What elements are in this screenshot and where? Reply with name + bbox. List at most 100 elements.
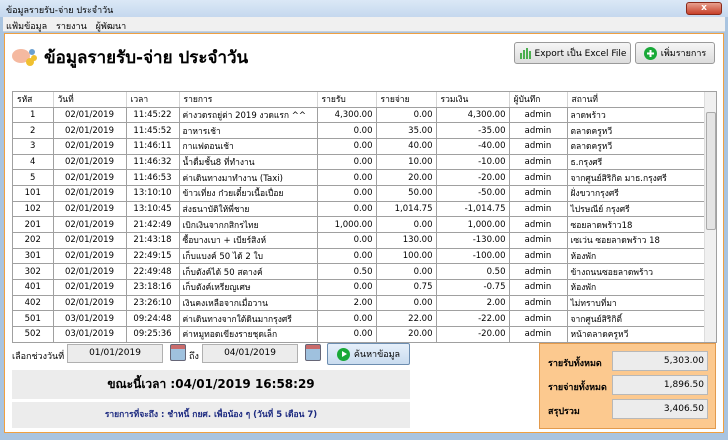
close-button[interactable]: x — [686, 2, 722, 15]
export-label: Export เป็น Excel File — [534, 49, 627, 59]
date-to-input[interactable]: 04/01/2019 — [202, 344, 298, 363]
table-cell: 02/01/2019 — [53, 107, 127, 124]
column-header[interactable]: รวมเงิน — [436, 92, 510, 108]
play-icon — [336, 347, 350, 361]
column-header[interactable]: เวลา — [126, 92, 180, 108]
table-row[interactable]: 301 02/01/2019 22:49:15 เก็บแบงค์ 50 ได้ 2 … — [13, 248, 705, 265]
table-row[interactable]: 201 02/01/2019 21:42:49 เบิกเงินจากกสิกรไทย… — [13, 216, 705, 233]
table-row[interactable]: 501 03/01/2019 09:24:48 ค่าเดินทางจากใต้ดิน… — [13, 310, 705, 328]
table-cell: 11:45:22 — [126, 107, 180, 124]
table-cell: 23:18:16 — [126, 279, 180, 296]
column-header[interactable]: สถานที่ — [567, 92, 705, 108]
table-cell: 02/01/2019 — [53, 138, 127, 155]
table-cell: 02/01/2019 — [53, 185, 127, 202]
table-cell: 0.00 — [317, 310, 377, 328]
plus-circle-icon — [643, 46, 657, 60]
table-cell: 0.00 — [317, 248, 377, 265]
column-header[interactable]: รายการ — [179, 92, 318, 108]
table-cell: 11:46:32 — [126, 154, 180, 171]
column-header[interactable]: วันที่ — [53, 92, 127, 108]
table-cell: ไม่ทราบที่มา — [567, 295, 705, 312]
search-button[interactable]: ค้นหาข้อมูล — [327, 343, 410, 365]
table-cell: 02/01/2019 — [53, 263, 127, 281]
table-cell: 02/01/2019 — [53, 122, 127, 139]
table-cell: 1,014.75 — [376, 201, 437, 218]
table-row[interactable]: 3 02/01/2019 11:46:11 กาแฟตอนเช้า 0.00 40.00-… — [13, 138, 705, 155]
add-label: เพิ่มรายการ — [660, 49, 707, 59]
table-cell: ห้องพัก — [567, 279, 705, 296]
table-row[interactable]: 402 02/01/2019 23:26:10 เงินคงเหลือจากเมื่อ… — [13, 295, 705, 312]
table-cell: เงินคงเหลือจากเมื่อวาน — [179, 295, 318, 312]
table-cell: 02/01/2019 — [53, 201, 127, 218]
table-cell: -100.00 — [436, 248, 510, 265]
expense-total: 1,896.50 — [612, 375, 708, 395]
table-cell: 09:24:48 — [126, 310, 180, 328]
add-item-button[interactable]: เพิ่มรายการ — [635, 42, 715, 64]
table-cell: 2.00 — [436, 295, 510, 312]
title-bar: ข้อมูลรายรับ-จ่าย ประจำวัน x — [0, 0, 728, 17]
column-header[interactable]: รหัส — [13, 92, 54, 108]
table-cell: ส่งธนาบัติให้พี่ชาย — [179, 201, 318, 218]
table-cell: ไปรษณีย์ กรุงศรี — [567, 201, 705, 218]
table-cell: ลาดพร้าว — [567, 107, 705, 124]
table-row[interactable]: 5 02/01/2019 11:46:53 ค่าเดินทางมาทำงาน (Ta… — [13, 169, 705, 186]
table-cell: admin — [509, 138, 568, 155]
table-cell: ค่างวดรถยู่ต่า 2019 งวดแรก ^^ — [179, 107, 318, 124]
table-row[interactable]: 4 02/01/2019 11:46:32 น้ำดื่มชั้น8 ที่ทำงาน… — [13, 154, 705, 171]
table-row[interactable]: 1 02/01/2019 11:45:22 ค่างวดรถยู่ต่า 2019 ง… — [13, 107, 705, 124]
table-cell: 02/01/2019 — [53, 248, 127, 265]
column-header[interactable]: รายรับ — [317, 92, 377, 108]
table-cell: 21:42:49 — [126, 216, 180, 233]
table-cell: เซเว่น ซอยลาดพร้าว 18 — [567, 232, 705, 249]
table-row[interactable]: 502 03/01/2019 09:25:36 ค่าหมูทอดเขียงรายชุ… — [13, 326, 705, 342]
table-cell: 0.00 — [317, 154, 377, 171]
table-row[interactable]: 102 02/01/2019 13:10:45 ส่งธนาบัติให้พี่ชาย… — [13, 201, 705, 218]
table-cell: 02/01/2019 — [53, 295, 127, 312]
table-cell: ค่าเดินทางมาทำงาน (Taxi) — [179, 169, 318, 186]
scrollbar-thumb[interactable] — [706, 112, 716, 230]
table-cell: admin — [509, 310, 568, 328]
table-cell: 02/01/2019 — [53, 232, 127, 249]
upcoming-notice: รายการที่จะถึง : ชำหนี้ กยศ. เพื่อน้อง ๆ… — [12, 402, 410, 428]
table-cell: 0.00 — [317, 185, 377, 202]
export-excel-button[interactable]: Export เป็น Excel File — [514, 42, 631, 64]
table-cell: 13:10:10 — [126, 185, 180, 202]
summary-panel: รายรับทั้งหมด 5,303.00 รายจ่ายทั้งหมด 1,… — [539, 343, 716, 429]
table-row[interactable]: 101 02/01/2019 13:10:10 ข้าวเที่ยง ก๋วยเตี๋… — [13, 185, 705, 202]
table-row[interactable]: 202 02/01/2019 21:43:18 ซื้อบางเบา + เบียร์… — [13, 232, 705, 249]
table-cell: 03/01/2019 — [53, 310, 127, 328]
table-row[interactable]: 2 02/01/2019 11:45:52 อาหารเช้า 0.00 35.00 -35… — [13, 122, 705, 139]
column-header[interactable]: รายจ่าย — [376, 92, 437, 108]
vertical-scrollbar[interactable] — [704, 92, 716, 342]
table-cell: จากศูนย์สิริกิติ์ — [567, 310, 705, 328]
income-label: รายรับทั้งหมด — [548, 359, 602, 369]
table-cell: ตลาดครูหวี — [567, 138, 705, 155]
table-cell: ซอยลาดพร้าว18 — [567, 216, 705, 233]
table-cell: -22.00 — [436, 310, 510, 328]
column-header[interactable]: ผู้บันทึก — [509, 92, 568, 108]
table-row[interactable]: 302 02/01/2019 22:49:48 เก็บตังค์ได้ 50 สตา… — [13, 263, 705, 281]
table-cell: หน้าตลาดครูหวี — [567, 326, 705, 342]
calendar-icon[interactable] — [305, 344, 321, 361]
table-cell: 02/01/2019 — [53, 216, 127, 233]
table-cell: 301 — [13, 248, 54, 265]
calendar-icon[interactable] — [170, 344, 186, 361]
table-cell: 21:43:18 — [126, 232, 180, 249]
table-cell: -50.00 — [436, 185, 510, 202]
table-cell: admin — [509, 232, 568, 249]
table-cell: 2.00 — [317, 295, 377, 312]
table-cell: ข้าวเที่ยง ก๋วยเตี๋ยวเนื้อเปื่อย — [179, 185, 318, 202]
table-cell: 201 — [13, 216, 54, 233]
table-cell: เบิกเงินจากกสิกรไทย — [179, 216, 318, 233]
table-cell: 0.00 — [376, 107, 437, 124]
table-cell: -20.00 — [436, 326, 510, 342]
table-row[interactable]: 401 02/01/2019 23:18:16 เก็บตังค์เหรียญเศษ 0… — [13, 279, 705, 296]
table-cell: 1,000.00 — [436, 216, 510, 233]
table-cell: น้ำดื่มชั้น8 ที่ทำงาน — [179, 154, 318, 171]
table-cell: 302 — [13, 263, 54, 281]
table-cell: 50.00 — [376, 185, 437, 202]
table-cell: 4,300.00 — [317, 107, 377, 124]
table-cell: 0.00 — [317, 122, 377, 139]
date-from-input[interactable]: 01/01/2019 — [67, 344, 163, 363]
table-cell: ธ.กรุงศรี — [567, 154, 705, 171]
